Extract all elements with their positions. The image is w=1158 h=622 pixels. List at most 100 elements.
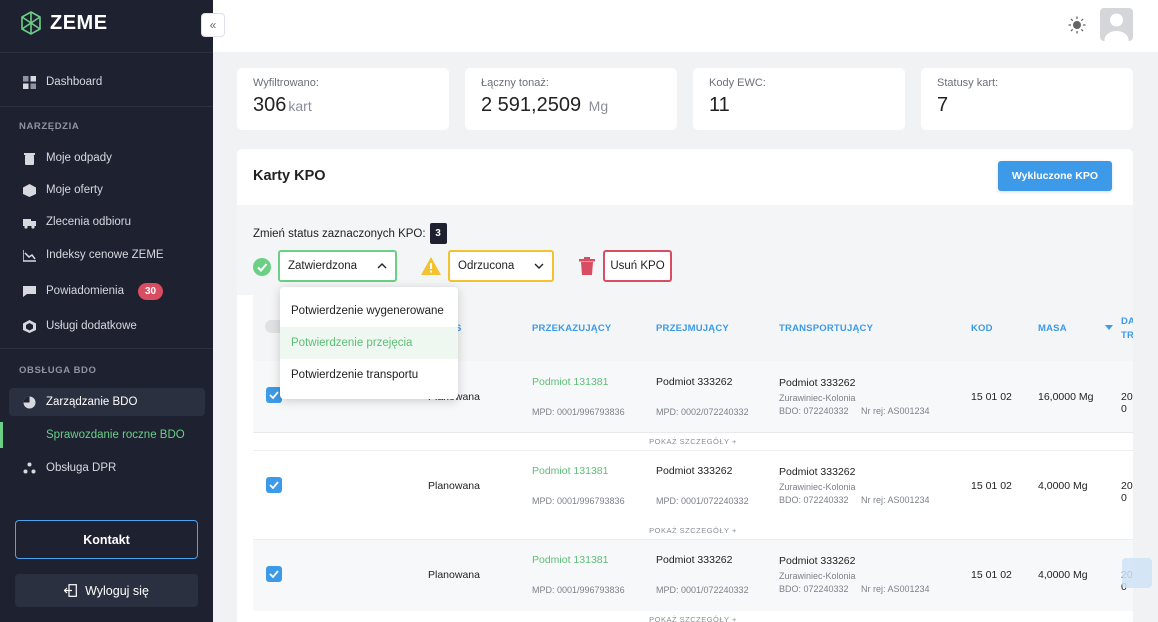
floating-action-button[interactable] <box>1122 558 1152 588</box>
sidebar-item-my-offers[interactable]: Moje oferty <box>9 176 205 204</box>
sidebar-item-bdo-management[interactable]: Zarządzanie BDO <box>9 388 205 416</box>
zeme-logo-icon <box>21 11 41 35</box>
warning-icon <box>421 257 441 275</box>
sidebar-item-extra-services[interactable]: Usługi dodatkowe <box>9 312 205 340</box>
stat-label: Statusy kart: <box>937 77 999 89</box>
cell-sender[interactable]: Podmiot 131381 <box>532 465 608 477</box>
dropdown-option-taken-over[interactable]: Potwierdzenie przejęcia <box>280 327 458 359</box>
checkmark-icon <box>269 391 279 399</box>
column-header-receiver[interactable]: PRZEJMUJĄCY <box>656 323 729 334</box>
column-header-code[interactable]: KOD <box>971 323 993 334</box>
cell-sender-mpd: MPD: 0001/996793836 <box>532 585 625 595</box>
sidebar-item-annual-report[interactable]: Sprawozdanie roczne BDO <box>9 421 205 449</box>
column-header-date-line2[interactable]: TRANSP <box>1121 330 1133 341</box>
delete-kpo-button[interactable]: Usuń KPO <box>603 250 672 282</box>
cell-mass: 16,0000 Mg <box>1038 391 1094 403</box>
cube-icon <box>23 319 36 333</box>
cell-carrier-city: Zurawiniec-Kolonia <box>779 571 856 581</box>
cell-receiver: Podmiot 333262 <box>656 554 733 566</box>
status-change-bar: Zmień status zaznaczonych KPO: 3 Zatwier… <box>237 205 1133 295</box>
checkmark-icon <box>269 570 279 578</box>
user-icon <box>1104 13 1129 41</box>
show-details-link[interactable]: POKAŻ SZCZEGÓŁY + <box>253 611 1133 622</box>
sidebar-item-label: Dashboard <box>46 76 103 88</box>
cell-carrier-reg: Nr rej: AS001234 <box>861 495 930 505</box>
table-row[interactable]: Planowana Podmiot 131381 MPD: 0001/99679… <box>253 540 1133 612</box>
sidebar-item-label: Obsługa DPR <box>46 462 117 474</box>
cell-receiver-mpd: MPD: 0001/072240332 <box>656 496 749 506</box>
cell-carrier: Podmiot 333262 <box>779 555 856 567</box>
sort-desc-icon[interactable] <box>1105 325 1113 330</box>
status-change-label: Zmień status zaznaczonych KPO: 3 <box>253 223 447 244</box>
select-value: Zatwierdzona <box>288 260 358 272</box>
rejected-status-select[interactable]: Odrzucona <box>448 250 554 282</box>
cell-carrier-bdo: BDO: 072240332 <box>779 495 849 505</box>
theme-toggle-sun-icon[interactable] <box>1068 16 1086 34</box>
cell-carrier: Podmiot 333262 <box>779 377 856 389</box>
cell-mass: 4,0000 Mg <box>1038 480 1088 492</box>
column-header-carrier[interactable]: TRANSPORTUJĄCY <box>779 323 873 334</box>
sidebar-item-label: Usługi dodatkowe <box>46 320 137 332</box>
table-row[interactable]: Planowana Podmiot 131381 MPD: 0001/99679… <box>253 451 1133 523</box>
collapse-sidebar-button[interactable]: « <box>201 13 225 37</box>
sidebar-item-price-indexes[interactable]: Indeksy cenowe ZEME <box>9 241 205 269</box>
logo[interactable]: ZEME <box>18 10 108 36</box>
excluded-kpo-button[interactable]: Wykluczone KPO <box>998 161 1112 191</box>
user-avatar[interactable] <box>1100 8 1133 41</box>
chevron-up-icon <box>377 263 387 269</box>
row-checkbox[interactable] <box>266 566 282 582</box>
stat-card-filtered: Wyfiltrowano: 306 kart <box>237 68 449 130</box>
dropdown-option-generated[interactable]: Potwierdzenie wygenerowane <box>280 295 458 327</box>
logout-button[interactable]: Wyloguj się <box>15 574 198 607</box>
section-label-tools: NARZĘDZIA <box>19 121 80 132</box>
check-circle-icon <box>253 258 271 276</box>
column-header-mass[interactable]: MASA <box>1038 323 1067 334</box>
sidebar-item-label: Indeksy cenowe ZEME <box>46 249 164 261</box>
double-chevron-left-icon: « <box>209 18 217 32</box>
sidebar-item-label: Sprawozdanie roczne BDO <box>46 429 185 441</box>
stat-number: 306 <box>253 94 287 116</box>
sidebar-item-my-waste[interactable]: Moje odpady <box>9 144 205 172</box>
row-checkbox[interactable] <box>266 477 282 493</box>
logout-icon <box>64 584 77 597</box>
section-label-bdo: OBSŁUGA BDO <box>19 365 97 376</box>
divider <box>0 106 213 107</box>
cell-carrier-city: Zurawiniec-Kolonia <box>779 482 856 492</box>
sidebar-item-label: Zlecenia odbioru <box>46 216 132 228</box>
stat-value: 2 591,2509 Mg <box>481 94 661 117</box>
cell-carrier-bdo: BDO: 072240332 <box>779 406 849 416</box>
sidebar-item-label: Moje oferty <box>46 184 103 196</box>
sidebar-item-dpr[interactable]: Obsługa DPR <box>9 454 205 482</box>
sidebar-item-dashboard[interactable]: Dashboard <box>9 68 205 96</box>
cell-carrier-reg: Nr rej: AS001234 <box>861 584 930 594</box>
column-header-sender[interactable]: PRZEKAZUJĄCY <box>532 323 611 334</box>
notification-count-badge: 30 <box>138 282 164 300</box>
trash-icon <box>24 152 35 165</box>
stat-card-ewc-codes: Kody EWC: 11 <box>693 68 905 130</box>
stat-value: 7 <box>937 94 949 116</box>
approved-status-select[interactable]: Zatwierdzona <box>278 250 397 282</box>
pie-icon <box>23 396 36 408</box>
cell-code: 15 01 02 <box>971 480 1012 492</box>
app-name: ZEME <box>50 11 108 34</box>
cell-carrier-reg: Nr rej: AS001234 <box>861 406 930 416</box>
recycle-icon <box>23 462 36 473</box>
sidebar-item-pickup-orders[interactable]: Zlecenia odbioru <box>9 208 205 236</box>
divider <box>0 52 213 53</box>
contact-button[interactable]: Kontakt <box>15 520 198 559</box>
cell-sender[interactable]: Podmiot 131381 <box>532 376 608 388</box>
cell-receiver: Podmiot 333262 <box>656 376 733 388</box>
dropdown-option-transport[interactable]: Potwierdzenie transportu <box>280 359 458 391</box>
show-details-link[interactable]: POKAŻ SZCZEGÓŁY + <box>253 522 1133 540</box>
cell-receiver: Podmiot 333262 <box>656 465 733 477</box>
show-details-link[interactable]: POKAŻ SZCZEGÓŁY + <box>253 433 1133 451</box>
checkmark-icon <box>269 481 279 489</box>
cell-code: 15 01 02 <box>971 391 1012 403</box>
column-header-date-line1[interactable]: DATA <box>1121 316 1133 327</box>
sidebar-item-notifications[interactable]: Powiadomienia 30 <box>9 277 205 305</box>
cell-sender-mpd: MPD: 0001/996793836 <box>532 496 625 506</box>
cell-receiver-mpd: MPD: 0001/072240332 <box>656 585 749 595</box>
stat-label: Wyfiltrowano: <box>253 77 319 89</box>
cell-sender[interactable]: Podmiot 131381 <box>532 554 608 566</box>
chart-icon <box>23 249 36 262</box>
